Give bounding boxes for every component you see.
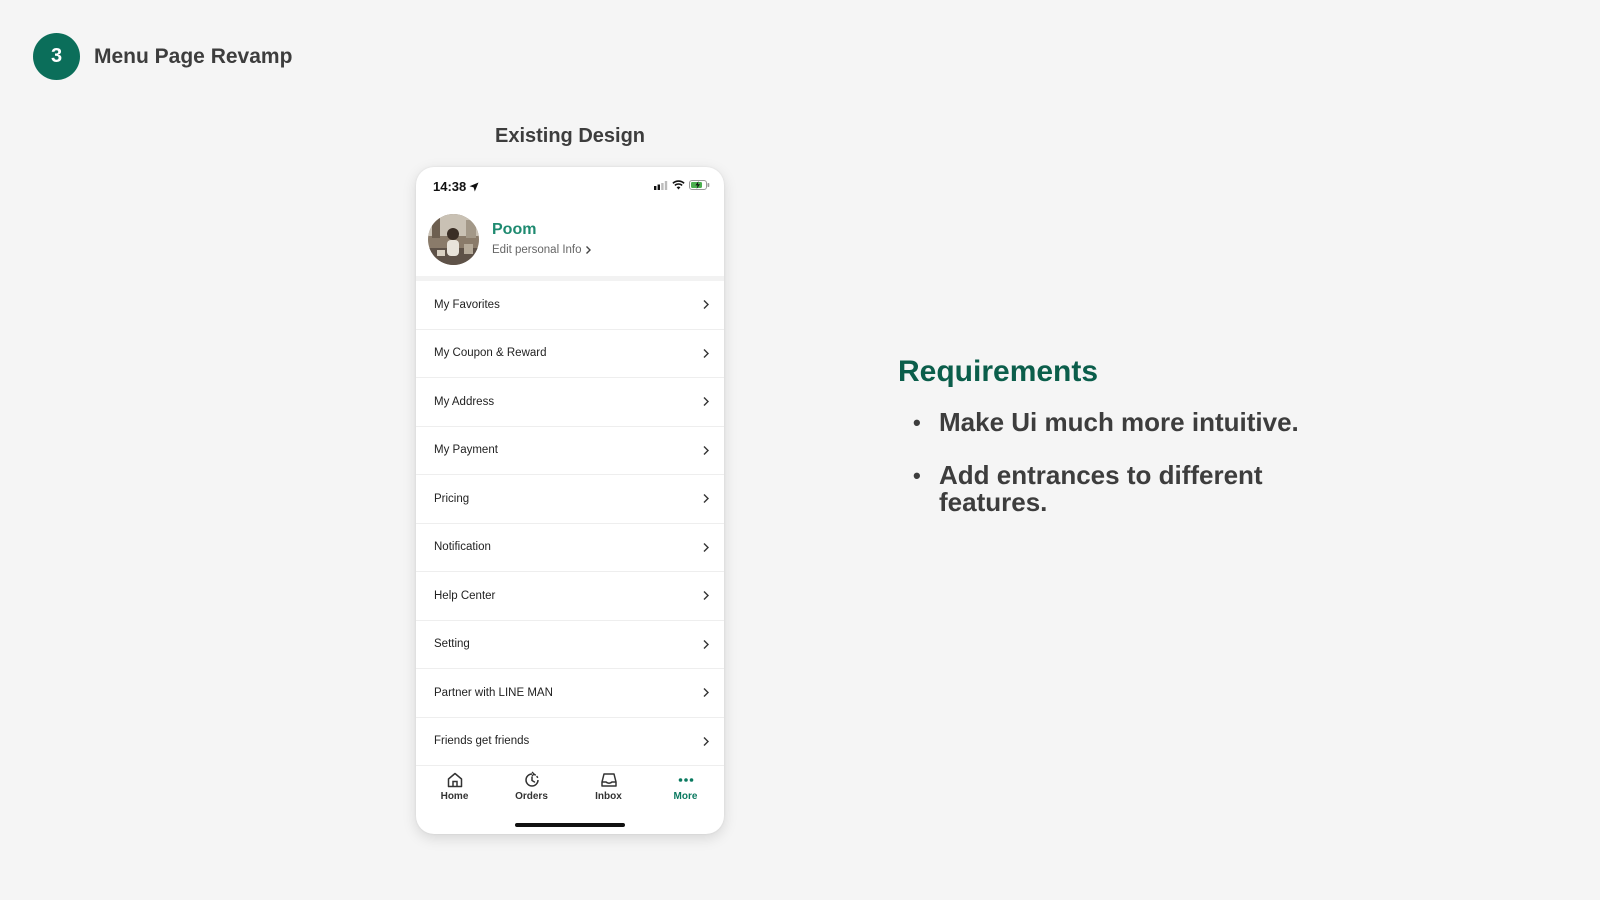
profile-name: Poom: [492, 221, 537, 238]
tab-label: Orders: [515, 791, 548, 802]
chevron-right-icon: [703, 736, 709, 746]
requirements-section: Requirements • Make Ui much more intuiti…: [898, 355, 1318, 542]
avatar[interactable]: [428, 214, 479, 265]
menu-item-my-address[interactable]: My Address: [416, 378, 724, 427]
menu-item-notification[interactable]: Notification: [416, 524, 724, 572]
menu-item-label: Pricing: [434, 492, 470, 505]
tab-inbox[interactable]: Inbox: [570, 763, 647, 815]
menu-item-pricing[interactable]: Pricing: [416, 475, 724, 524]
battery-charging-icon: [689, 180, 710, 190]
menu-item-label: My Coupon & Reward: [434, 347, 547, 360]
slide-title: Menu Page Revamp: [94, 44, 293, 68]
chevron-right-icon: [703, 688, 709, 698]
tab-label: Home: [440, 791, 469, 802]
requirement-text: Add entrances to different features.: [939, 460, 1263, 517]
home-indicator: [515, 823, 625, 827]
profile-section[interactable]: Poom Edit personal Info: [416, 205, 724, 276]
menu-item-my-favorites[interactable]: My Favorites: [416, 281, 724, 330]
chevron-right-icon: [703, 494, 709, 504]
avatar-photo-icon: [428, 214, 479, 265]
status-bar: 14:38: [416, 167, 724, 205]
signal-icon: [654, 180, 668, 190]
chevron-right-icon: [703, 639, 709, 649]
chevron-right-icon: [703, 300, 709, 310]
tab-more[interactable]: More: [647, 763, 724, 815]
wifi-icon: [672, 180, 685, 190]
menu-item-label: Help Center: [434, 589, 496, 602]
requirement-text: Make Ui much more intuitive.: [939, 407, 1299, 437]
edit-personal-info-label: Edit personal Info: [492, 244, 582, 256]
chevron-right-icon: [703, 591, 709, 601]
chevron-right-icon: [703, 445, 709, 455]
orders-icon: [524, 771, 539, 787]
menu-item-label: Partner with LINE MAN: [434, 686, 553, 699]
more-icon: [678, 778, 693, 782]
chevron-right-icon: [703, 542, 709, 552]
menu-item-label: Setting: [434, 638, 470, 651]
existing-design-label: Existing Design: [494, 125, 646, 147]
menu-item-partner-with-line-man[interactable]: Partner with LINE MAN: [416, 669, 724, 718]
edit-personal-info-link[interactable]: Edit personal Info: [492, 244, 592, 256]
menu-item-label: Friends get friends: [434, 735, 530, 748]
step-badge: 3: [33, 33, 80, 80]
requirements-title: Requirements: [898, 355, 1099, 388]
menu-item-my-payment[interactable]: My Payment: [416, 427, 724, 475]
phone-mockup: 14:38 Poom Edit personal Info My Favorit…: [416, 167, 724, 834]
bullet-icon: •: [913, 410, 921, 435]
menu-list: My Favorites My Coupon & Reward My Addre…: [416, 281, 724, 766]
requirements-list: • Make Ui much more intuitive. • Add ent…: [898, 409, 1318, 516]
home-icon: [447, 772, 462, 788]
slide-header: 3 Menu Page Revamp: [33, 33, 292, 80]
menu-item-label: My Payment: [434, 444, 498, 457]
tab-label: More: [673, 791, 698, 802]
menu-item-label: My Address: [434, 395, 495, 408]
location-arrow-icon: [469, 182, 479, 191]
chevron-right-icon: [585, 246, 591, 254]
status-time-text: 14:38: [433, 179, 467, 194]
menu-item-label: My Favorites: [434, 298, 500, 311]
menu-item-label: Notification: [434, 541, 491, 554]
bullet-icon: •: [913, 463, 921, 488]
tab-bar: Home Orders Inbox More: [416, 763, 724, 815]
menu-item-setting[interactable]: Setting: [416, 621, 724, 669]
requirement-item: • Add entrances to different features.: [898, 462, 1318, 516]
requirement-item: • Make Ui much more intuitive.: [898, 409, 1318, 436]
tab-orders[interactable]: Orders: [493, 763, 570, 815]
tab-label: Inbox: [595, 791, 622, 802]
menu-item-help-center[interactable]: Help Center: [416, 572, 724, 621]
inbox-icon: [600, 773, 617, 787]
tab-home[interactable]: Home: [416, 763, 493, 815]
status-icons: [654, 180, 710, 190]
chevron-right-icon: [703, 348, 709, 358]
menu-item-my-coupon-reward[interactable]: My Coupon & Reward: [416, 330, 724, 378]
chevron-right-icon: [703, 397, 709, 407]
menu-item-friends-get-friends[interactable]: Friends get friends: [416, 718, 724, 766]
status-time: 14:38: [433, 179, 479, 194]
